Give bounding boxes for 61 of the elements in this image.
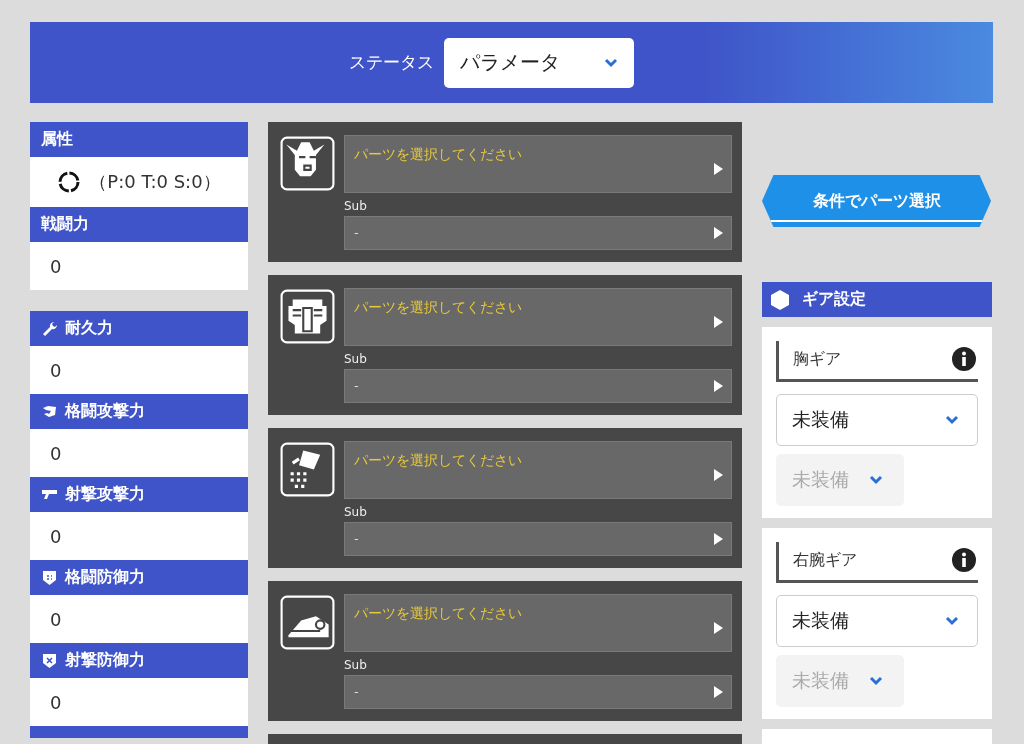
play-icon [714,379,723,392]
sub-part-selector[interactable]: - [344,368,732,403]
sub-label: Sub [344,198,368,213]
filter-button[interactable]: 条件でパーツ選択 [762,175,991,227]
sub-part-selector[interactable]: - [344,674,732,709]
info-icon [952,347,976,371]
sub-gear-dropdown: 未装備 [776,454,904,506]
sub-part-selector[interactable]: - [344,521,732,556]
sub-part-selector[interactable]: - [344,215,732,250]
stat-value: 0 [50,608,62,630]
robot-torso-icon [280,289,335,344]
chevron-icon [945,415,959,425]
stat-value: 0 [50,442,62,464]
stat-value: （P:0 T:0 S:0） [89,170,221,194]
robot-foot-icon [280,595,335,650]
play-icon [714,226,723,239]
gear-label: 右腕ギア [793,549,857,571]
stat-label: 射撃防御力 [65,650,145,671]
stat-label: 戦闘力 [41,214,89,235]
fist-icon [41,403,58,420]
part-selector[interactable]: パーツを選択してください [344,441,732,499]
gear-dropdown[interactable]: 未装備 [776,595,978,647]
play-icon [714,685,723,698]
sub-label: Sub [344,351,368,366]
gear-title: ギア設定 [802,289,866,310]
shield-icon [41,569,58,586]
stat-label: 格闘攻撃力 [65,401,145,422]
gear-dropdown[interactable]: 未装備 [776,394,978,446]
robot-head-icon [280,136,335,191]
play-icon [714,163,723,175]
play-icon [714,469,723,481]
play-icon [714,622,723,634]
stat-value: 0 [50,691,62,713]
gear-label: 胸ギア [793,348,841,370]
shield-icon [41,652,58,669]
hexagon-icon [770,288,790,311]
stat-value: 0 [50,525,62,547]
robot-hand-icon [280,442,335,497]
wrench-icon [41,320,58,337]
part-selector[interactable]: パーツを選択してください [344,288,732,346]
chevron-icon [604,57,618,68]
play-icon [714,316,723,328]
sub-label: Sub [344,504,368,519]
stat-value: 0 [50,359,62,381]
info-icon [952,548,976,572]
chevron-icon [869,475,883,485]
sub-gear-dropdown: 未装備 [776,655,904,707]
stat-label: 格闘防御力 [65,567,145,588]
status-label: ステータス [349,51,434,74]
sub-label: Sub [344,657,368,672]
part-selector[interactable]: パーツを選択してください [344,594,732,652]
stat-label: 耐久力 [65,318,113,339]
part-selector[interactable]: パーツを選択してください [344,135,732,193]
chevron-icon [869,676,883,686]
stat-label: 射撃攻撃力 [65,484,145,505]
stat-value: 0 [50,255,62,277]
chevron-icon [945,616,959,626]
play-icon [714,532,723,545]
stat-label: 属性 [41,129,73,150]
status-dropdown[interactable]: パラメータ [444,37,634,88]
ring-icon [57,170,82,194]
